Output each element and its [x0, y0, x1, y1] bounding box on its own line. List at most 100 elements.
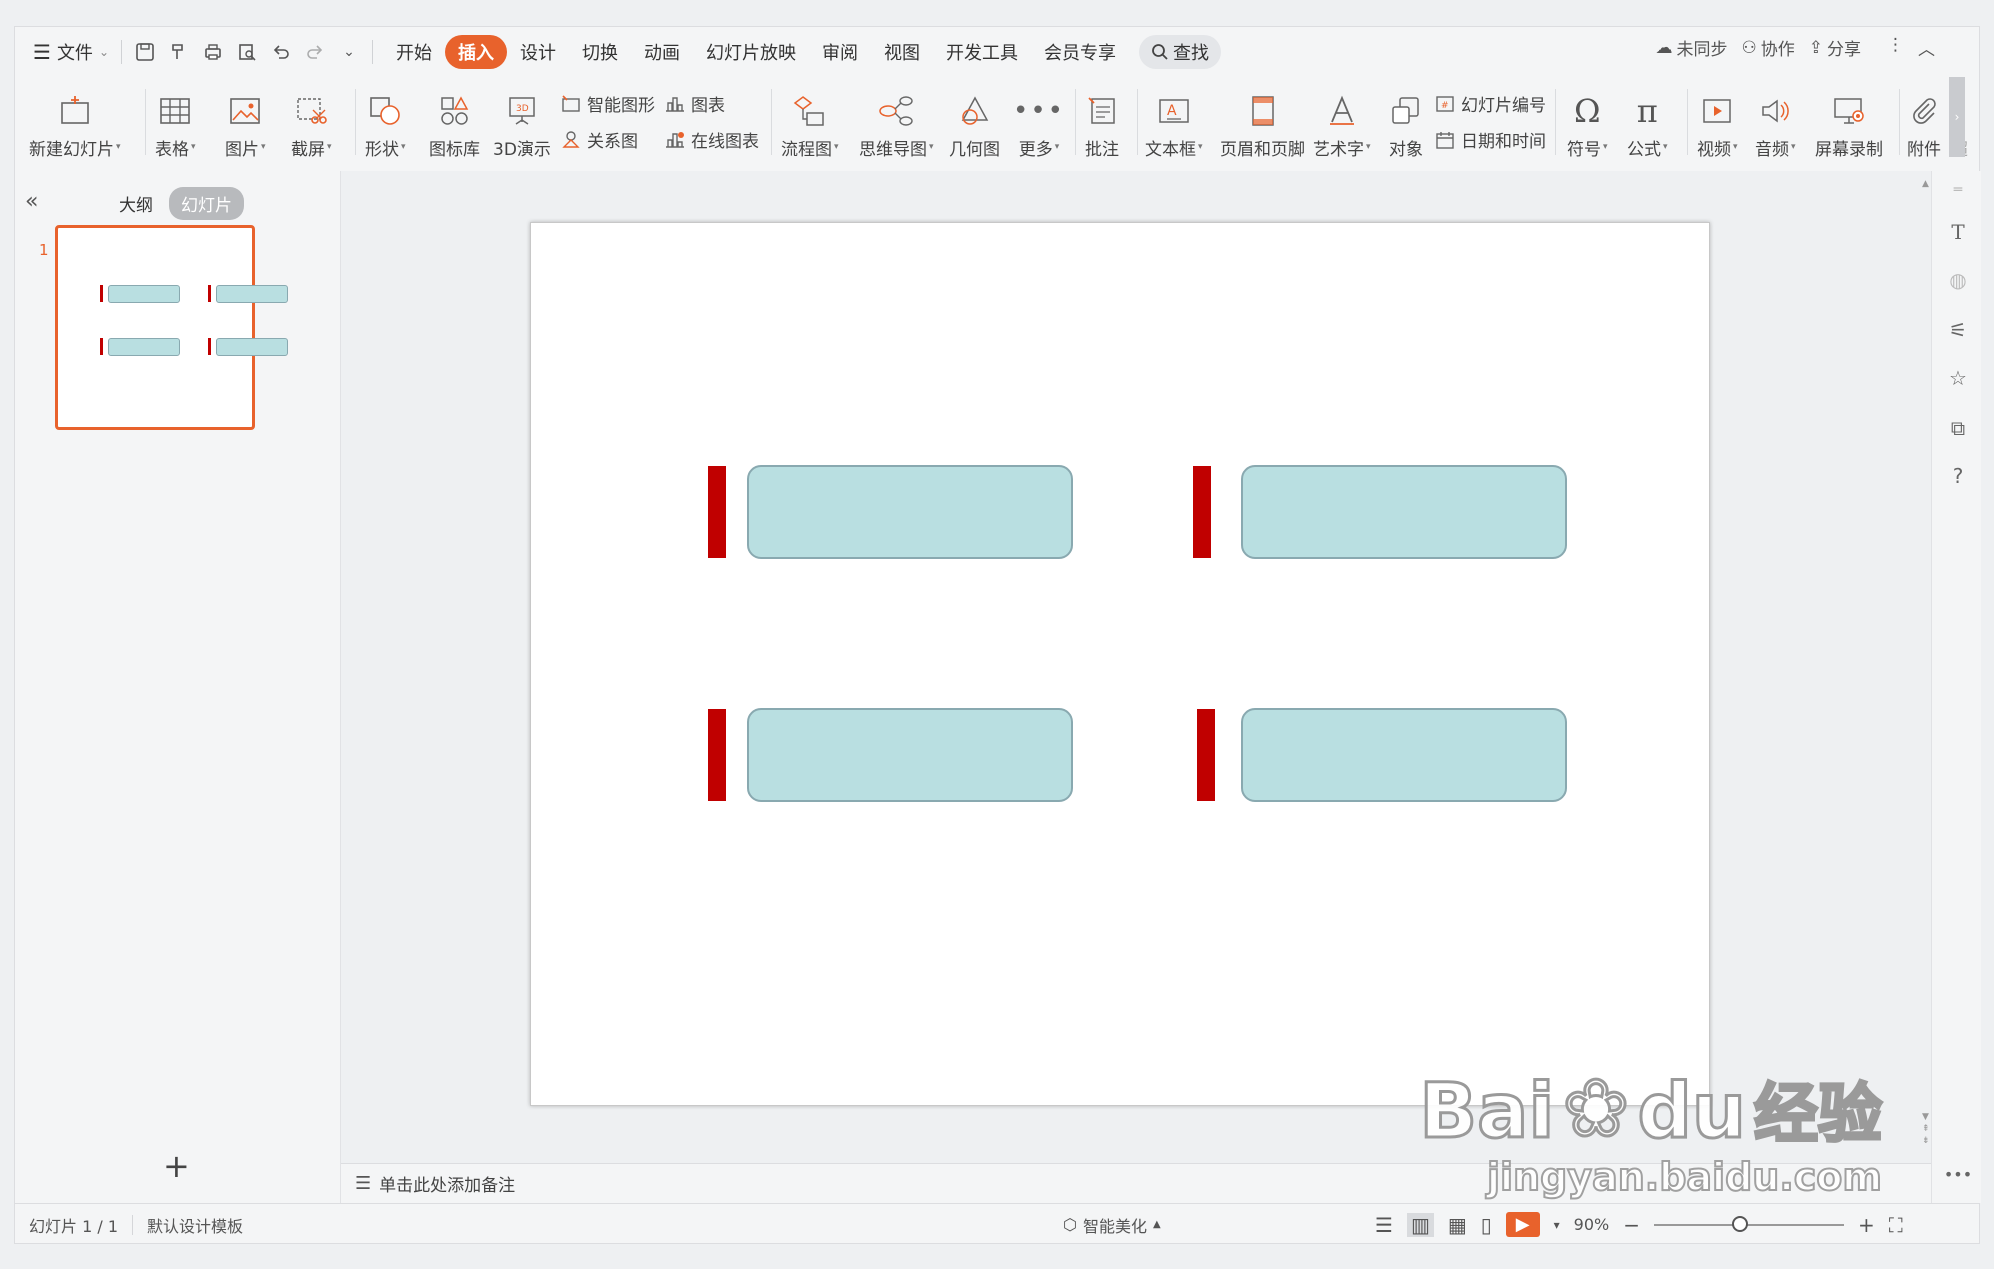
comment-button[interactable]: 批注 — [1085, 89, 1119, 161]
more-button[interactable]: ••• 更多 ▾ — [1013, 89, 1065, 161]
tab-animations[interactable]: 动画 — [631, 35, 693, 69]
drag-handle-icon[interactable]: ═ — [1945, 177, 1971, 203]
slides-panel: « 大纲 幻灯片 1 + — [15, 171, 341, 1203]
zoom-in-icon[interactable]: + — [1858, 1213, 1875, 1237]
new-slide-button[interactable]: 新建幻灯片 ▾ — [29, 89, 121, 161]
wordart-button[interactable]: 艺术字 ▾ — [1313, 89, 1371, 161]
geometry-label: 几何图 — [949, 139, 1000, 160]
text-format-icon[interactable]: T — [1945, 219, 1971, 245]
video-button[interactable]: 视频 ▾ — [1697, 89, 1738, 161]
tab-outline[interactable]: 大纲 — [107, 187, 165, 220]
slide-number-button[interactable]: # 幻灯片编号 — [1435, 91, 1546, 116]
flowchart-button[interactable]: 流程图 ▾ — [781, 89, 839, 161]
tab-insert[interactable]: 插入 — [445, 35, 507, 69]
ribbon-scroll-right[interactable]: › — [1949, 77, 1965, 157]
shape-button[interactable]: 形状 ▾ — [365, 89, 406, 161]
comment-label: 批注 — [1085, 139, 1119, 160]
tab-developer[interactable]: 开发工具 — [933, 35, 1031, 69]
slide-counter: 幻灯片 1 / 1 — [29, 1216, 119, 1236]
tab-home[interactable]: 开始 — [383, 35, 445, 69]
header-footer-button[interactable]: 页眉和页脚 — [1220, 89, 1305, 161]
zoom-slider[interactable] — [1653, 1215, 1844, 1232]
collapse-panel-icon[interactable]: « — [25, 189, 38, 214]
print-icon[interactable] — [196, 35, 230, 69]
geometry-button[interactable]: 几何图 — [949, 89, 1000, 161]
lightbulb-icon[interactable]: ◍ — [1945, 267, 1971, 293]
object-label: 对象 — [1389, 139, 1423, 160]
slide-canvas[interactable] — [530, 222, 1710, 1106]
rounded-rectangle-shape[interactable] — [747, 708, 1073, 802]
more-vertical-icon[interactable]: ⋮ — [1887, 35, 1904, 60]
normal-view-icon[interactable]: ▥ — [1406, 1212, 1434, 1237]
file-menu[interactable]: ☰ 文件 ⌄ — [27, 35, 115, 69]
screenshot-button[interactable]: 截屏 ▾ — [291, 89, 332, 161]
rounded-rectangle-shape[interactable] — [1241, 708, 1567, 802]
tab-view[interactable]: 视图 — [871, 35, 933, 69]
right-side-panel: ═ T ◍ ⚟ ☆ ⧉ ? ••• — [1931, 171, 1981, 1203]
more-horizontal-icon[interactable]: ••• — [1944, 1161, 1972, 1187]
chart-button[interactable]: 图表 — [665, 91, 725, 116]
red-accent-bar[interactable] — [708, 466, 726, 558]
textbox-button[interactable]: A 文本框 ▾ — [1145, 89, 1203, 161]
icon-library-icon — [440, 96, 468, 125]
zoom-level[interactable]: 90% — [1574, 1215, 1610, 1234]
smart-beautify-button[interactable]: ⬡ 智能美化 ▲ — [1063, 1213, 1161, 1237]
tab-transitions[interactable]: 切换 — [569, 35, 631, 69]
zoom-slider-thumb[interactable] — [1731, 1215, 1748, 1232]
shape-icon — [370, 97, 401, 125]
format-painter-icon[interactable] — [162, 35, 196, 69]
play-slideshow-icon[interactable]: ▶ — [1505, 1212, 1540, 1237]
screen-record-button[interactable]: 屏幕录制 — [1815, 89, 1883, 161]
share-button[interactable]: ⇪ 分享 — [1809, 35, 1861, 61]
attachment-button[interactable]: 附件 — [1907, 89, 1941, 161]
template-name[interactable]: 默认设计模板 — [133, 1213, 257, 1237]
undo-icon[interactable] — [264, 35, 298, 69]
search-button[interactable]: 查找 — [1139, 35, 1221, 69]
zoom-out-icon[interactable]: − — [1623, 1213, 1640, 1237]
tab-review[interactable]: 审阅 — [809, 35, 871, 69]
slide-thumbnail-number: 1 — [39, 241, 49, 259]
red-accent-bar[interactable] — [708, 709, 726, 801]
tab-slideshow[interactable]: 幻灯片放映 — [693, 35, 809, 69]
notes-toggle-icon[interactable]: ☰ — [1375, 1213, 1393, 1237]
symbol-button[interactable]: Ω 符号 ▾ — [1567, 89, 1608, 161]
collapse-ribbon-icon[interactable]: ︿ — [1918, 35, 1935, 60]
picture-button[interactable]: 图片 ▾ — [225, 89, 266, 161]
reading-view-icon[interactable]: ▯ — [1481, 1213, 1492, 1237]
add-slide-icon[interactable]: + — [163, 1147, 190, 1185]
relation-chart-button[interactable]: 关系图 — [561, 127, 638, 152]
print-preview-icon[interactable] — [230, 35, 264, 69]
smart-art-button[interactable]: 智能图形 — [561, 91, 655, 116]
fit-window-icon[interactable]: ⛶ — [1889, 1213, 1903, 1237]
formula-button[interactable]: π 公式 ▾ — [1627, 89, 1668, 161]
rounded-rectangle-shape[interactable] — [1241, 465, 1567, 559]
sync-button[interactable]: ☁ 未同步 — [1656, 35, 1728, 61]
audio-button[interactable]: 音频 ▾ — [1755, 89, 1796, 161]
thumb-red-bar — [208, 338, 211, 355]
table-button[interactable]: 表格 ▾ — [155, 89, 196, 161]
slide-thumbnail[interactable] — [55, 225, 288, 430]
rounded-rectangle-shape[interactable] — [747, 465, 1073, 559]
save-icon[interactable] — [128, 35, 162, 69]
settings-sliders-icon[interactable]: ⚟ — [1945, 317, 1971, 343]
icon-library-button[interactable]: 图标库 — [429, 89, 480, 161]
3d-demo-button[interactable]: 3D 3D演示 — [493, 89, 551, 161]
tab-member[interactable]: 会员专享 — [1031, 35, 1129, 69]
tab-slides[interactable]: 幻灯片 — [169, 187, 244, 220]
mindmap-button[interactable]: 思维导图 ▾ — [859, 89, 934, 161]
tab-design[interactable]: 设计 — [507, 35, 569, 69]
help-icon[interactable]: ? — [1945, 463, 1971, 489]
animation-star-icon[interactable]: ☆ — [1945, 365, 1971, 391]
object-button[interactable]: 对象 — [1389, 89, 1423, 161]
datetime-button[interactable]: 日期和时间 — [1435, 127, 1546, 152]
collab-button[interactable]: ⚇ 协作 — [1742, 35, 1795, 61]
online-chart-label: 在线图表 — [691, 132, 759, 152]
online-chart-button[interactable]: 在线图表 — [665, 127, 759, 152]
slide-sorter-icon[interactable]: ▦ — [1448, 1213, 1467, 1237]
customize-toolbar-icon[interactable]: ⌄ — [332, 35, 366, 69]
vertical-scrollbar[interactable]: ▲ ▼ ⇞ ⇟ — [1919, 177, 1931, 1157]
redo-icon[interactable] — [298, 35, 332, 69]
red-accent-bar[interactable] — [1193, 466, 1211, 558]
red-accent-bar[interactable] — [1197, 709, 1215, 801]
slide-switch-icon[interactable]: ⧉ — [1945, 415, 1971, 441]
